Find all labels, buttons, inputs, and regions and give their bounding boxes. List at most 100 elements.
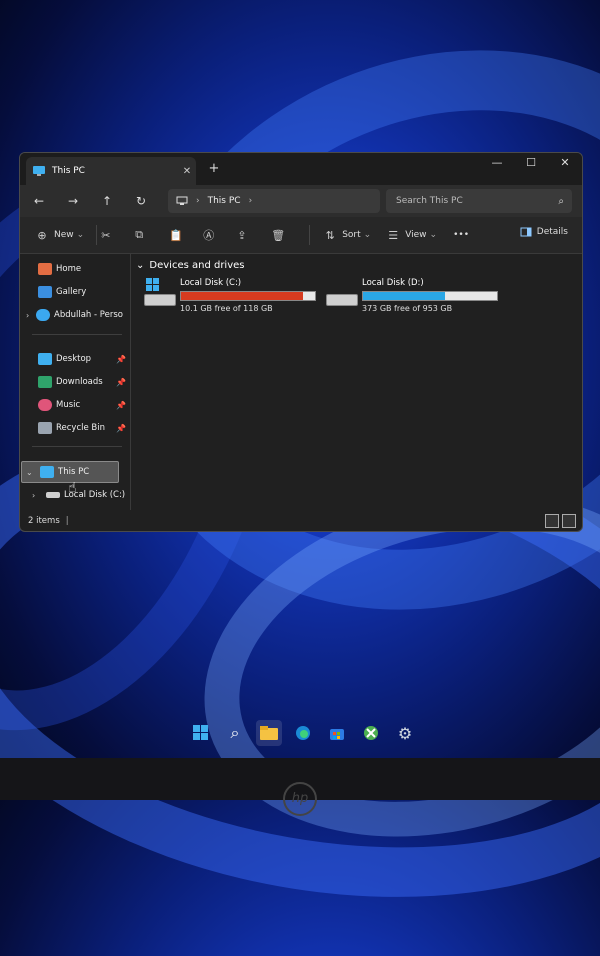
chevron-down-icon: ⌄: [363, 230, 372, 240]
details-label: Details: [536, 227, 568, 237]
details-button[interactable]: Details: [520, 227, 568, 237]
close-tab-icon[interactable]: ✕: [178, 166, 196, 177]
drive-name: Local Disk (D:): [362, 278, 424, 288]
chevron-right-icon: ›: [248, 196, 253, 206]
pc-icon: [33, 166, 45, 176]
file-explorer-window: This PC ✕ + — ☐ ✕ ← → ↑ ↻ › This PC › Se…: [19, 152, 583, 532]
sidebar-item-label: Desktop: [56, 354, 92, 364]
chevron-right-icon: ›: [32, 490, 36, 500]
desktop-icon: [38, 353, 52, 365]
breadcrumb-this-pc[interactable]: This PC: [208, 196, 241, 206]
drive-free-space: 373 GB free of 953 GB: [362, 304, 453, 313]
new-button[interactable]: ⊕ New ⌄: [30, 229, 84, 242]
drive-name: Local Disk (C:): [180, 278, 242, 288]
minimize-button[interactable]: —: [480, 153, 514, 175]
tiles-view-button[interactable]: [562, 514, 576, 528]
download-icon: [38, 376, 52, 388]
sidebar-item-desktop[interactable]: Desktop 📌: [38, 349, 128, 369]
store-icon[interactable]: [324, 720, 350, 746]
maximize-button[interactable]: ☐: [514, 153, 548, 175]
sidebar-item-home[interactable]: Home: [38, 259, 128, 279]
view-button[interactable]: ☰ View ⌄: [381, 229, 437, 242]
pc-icon: [40, 466, 54, 478]
drive-icon: [46, 492, 60, 498]
pin-icon[interactable]: 📌: [116, 378, 126, 387]
group-header-label: Devices and drives: [149, 260, 245, 271]
address-bar-row: ← → ↑ ↻ › This PC › Search This PC ⌕: [20, 185, 582, 217]
view-label: View: [405, 230, 427, 240]
taskbar: ⌕ ⚙: [188, 720, 418, 750]
edge-icon[interactable]: [290, 720, 316, 746]
sidebar-item-music[interactable]: Music 📌: [38, 395, 128, 415]
start-icon[interactable]: [188, 720, 214, 746]
copy-icon[interactable]: ⧉: [135, 228, 169, 242]
drive-tile-d[interactable]: Local Disk (D:) 373 GB free of 953 GB: [326, 278, 516, 314]
sidebar-item-local-disk-c[interactable]: › Local Disk (C:): [32, 485, 128, 505]
share-icon[interactable]: ⇪: [237, 229, 271, 242]
sort-icon: ⇅: [325, 228, 335, 242]
recycle-bin-icon: [38, 422, 52, 434]
cut-icon[interactable]: ✂: [101, 229, 135, 242]
new-label: New: [54, 230, 74, 240]
new-tab-button[interactable]: +: [204, 159, 224, 179]
divider: [96, 225, 98, 245]
chevron-down-icon: ⌄: [76, 230, 85, 240]
command-bar: ⊕ New ⌄ ✂ ⧉ 📋 Ⓐ ⇪ 🗑 ⇅ Sort ⌄ ☰ View ⌄ ••…: [20, 217, 582, 254]
monitor-icon: [176, 196, 188, 205]
divider: [32, 446, 122, 447]
group-header[interactable]: ⌄ Devices and drives: [136, 260, 245, 271]
music-icon: [38, 399, 52, 411]
sort-label: Sort: [342, 230, 361, 240]
sidebar-item-gallery[interactable]: Gallery: [38, 282, 128, 302]
chevron-down-icon: ⌄: [136, 260, 145, 271]
file-explorer-icon[interactable]: [256, 720, 282, 746]
settings-icon[interactable]: ⚙: [392, 720, 418, 746]
paste-icon[interactable]: 📋: [169, 229, 203, 242]
address-field[interactable]: › This PC ›: [168, 189, 380, 213]
sidebar-item-downloads[interactable]: Downloads 📌: [38, 372, 128, 392]
chevron-down-icon: ⌄: [429, 230, 438, 240]
tab-this-pc[interactable]: This PC ✕: [26, 157, 196, 185]
sidebar-item-label: Home: [56, 264, 82, 274]
chevron-right-icon: ›: [196, 196, 200, 206]
sort-button[interactable]: ⇅ Sort ⌄: [318, 228, 372, 242]
search-box[interactable]: Search This PC ⌕: [386, 189, 572, 213]
status-divider: |: [65, 516, 69, 526]
forward-button[interactable]: →: [62, 191, 84, 211]
sidebar-item-label: Abdullah - Perso: [54, 310, 123, 320]
status-bar: 2 items |: [20, 511, 582, 531]
divider: [32, 334, 122, 335]
plus-circle-icon: ⊕: [37, 228, 47, 242]
drive-usage-fill: [363, 292, 445, 300]
chevron-down-icon: ⌄: [26, 467, 33, 477]
gallery-icon: [38, 286, 52, 298]
refresh-button[interactable]: ↻: [130, 191, 152, 211]
pin-icon[interactable]: 📌: [116, 424, 126, 433]
xbox-icon[interactable]: [358, 720, 384, 746]
sidebar-item-recycle-bin[interactable]: Recycle Bin 📌: [38, 418, 128, 438]
delete-icon[interactable]: 🗑: [271, 229, 305, 242]
pin-icon[interactable]: 📌: [116, 355, 126, 364]
sidebar-item-label: This PC: [58, 467, 90, 477]
onedrive-icon: [36, 309, 50, 321]
up-button[interactable]: ↑: [96, 191, 118, 211]
hand-cursor-icon: ☝: [68, 480, 77, 496]
details-view-button[interactable]: [545, 514, 559, 528]
rename-icon[interactable]: Ⓐ: [203, 227, 237, 243]
back-button[interactable]: ←: [28, 191, 50, 211]
view-icon: ☰: [388, 228, 399, 242]
search-input[interactable]: Search This PC: [396, 196, 558, 206]
drive-usage-bar: [362, 291, 498, 301]
drive-tile-c[interactable]: Local Disk (C:) 10.1 GB free of 118 GB: [144, 278, 334, 314]
pin-icon[interactable]: 📌: [116, 401, 126, 410]
navigation-pane: Home Gallery › Abdullah - Perso Desktop …: [20, 254, 131, 510]
close-button[interactable]: ✕: [548, 153, 582, 175]
more-options-button[interactable]: •••: [453, 230, 469, 240]
divider: [309, 225, 311, 245]
drive-free-space: 10.1 GB free of 118 GB: [180, 304, 273, 313]
sidebar-item-label: Downloads: [56, 377, 103, 387]
drive-usage-fill: [181, 292, 304, 300]
sidebar-item-label: Music: [56, 400, 81, 410]
sidebar-item-onedrive[interactable]: › Abdullah - Perso: [26, 305, 128, 325]
search-icon[interactable]: ⌕: [222, 720, 248, 746]
